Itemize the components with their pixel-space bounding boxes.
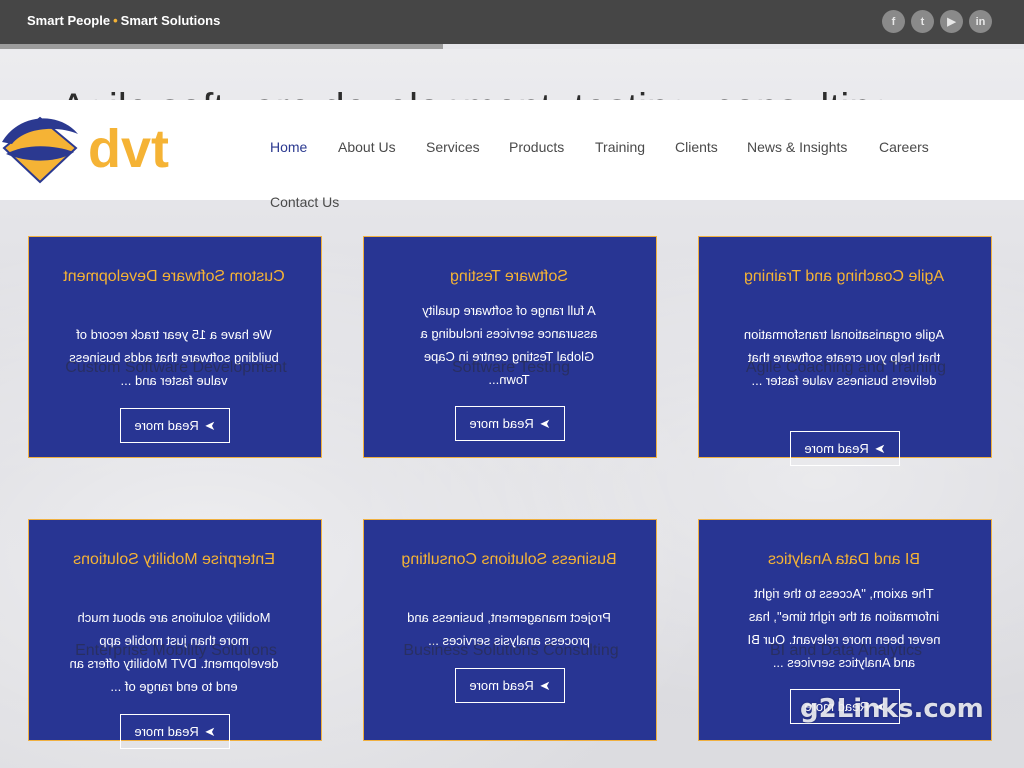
twitter-icon[interactable]: t	[911, 10, 934, 33]
tagline-part1: Smart People	[27, 13, 111, 28]
read-more-button[interactable]: ➤ Read more	[120, 408, 230, 443]
cursor-arrow-icon: ➤	[539, 677, 551, 693]
nav-news-insights[interactable]: News & Insights	[747, 139, 847, 155]
linkedin-icon[interactable]: in	[969, 10, 992, 33]
card-title: Software Testing	[450, 268, 568, 285]
service-card-enterprise-mobility[interactable]: Enterprise Mobility Solutions Mobility s…	[28, 519, 322, 749]
card-title: BI and Data Analytics	[767, 551, 921, 568]
read-more-label: Read more	[804, 441, 869, 456]
watermark: g2Links.com	[800, 694, 984, 724]
nav-clients[interactable]: Clients	[675, 139, 718, 155]
card-ghost-title: Custom Software Development	[65, 359, 287, 376]
nav-home[interactable]: Home	[270, 139, 307, 155]
card-ghost-title: Software Testing	[452, 359, 570, 376]
read-more-button[interactable]: ➤ Read more	[120, 714, 230, 749]
tagline: Smart People • Smart Solutions	[27, 13, 220, 28]
card-ghost-title: Agile Coaching and Training	[745, 359, 947, 376]
card-description: A full range of software quality assuran…	[420, 303, 598, 387]
dvt-logo[interactable]: dvt	[0, 114, 205, 190]
dvt-logo-mark: dvt	[2, 116, 169, 184]
service-card-business-solutions[interactable]: Business Solutions Consulting Project ma…	[363, 519, 657, 741]
card-ghost-title: Business Solutions Consulting	[403, 642, 619, 659]
read-more-label: Read more	[134, 418, 199, 433]
cursor-arrow-icon: ➤	[204, 417, 216, 433]
card-description: We have a 15 year track record of buildi…	[69, 327, 279, 388]
nav-contact-us[interactable]: Contact Us	[270, 194, 339, 210]
tagline-separator: •	[113, 13, 118, 28]
card-description: The axiom, "Access to the right informat…	[747, 586, 941, 670]
nav-training[interactable]: Training	[595, 139, 645, 155]
card-ghost-title: Enterprise Mobility Solutions	[75, 642, 277, 659]
service-card-software-testing[interactable]: Software Testing A full range of softwar…	[363, 236, 657, 458]
nav-careers[interactable]: Careers	[879, 139, 929, 155]
card-title: Custom Software Development	[63, 268, 285, 285]
card-title: Agile Coaching and Training	[743, 268, 945, 285]
read-more-label: Read more	[469, 416, 534, 431]
tagline-part2: Smart Solutions	[120, 13, 221, 28]
read-more-label: Read more	[469, 678, 534, 693]
nav-services[interactable]: Services	[426, 139, 480, 155]
card-ghost-title: BI and Data Analytics	[769, 642, 923, 659]
social-links: f t ▶ in	[882, 10, 992, 33]
facebook-icon[interactable]: f	[882, 10, 905, 33]
cursor-arrow-icon: ➤	[204, 723, 216, 739]
service-card-agile-coaching[interactable]: Agile Coaching and Training Agile organi…	[698, 236, 992, 466]
card-title: Business Solutions Consulting	[401, 551, 617, 568]
nav-about-us[interactable]: About Us	[338, 139, 396, 155]
youtube-icon[interactable]: ▶	[940, 10, 963, 33]
top-bar: Smart People • Smart Solutions f t ▶ in	[0, 0, 1024, 44]
service-card-custom-software[interactable]: Custom Software Development We have a 15…	[28, 236, 322, 458]
logo-text: dvt	[88, 119, 169, 179]
cursor-arrow-icon: ➤	[539, 415, 551, 431]
read-more-button[interactable]: ➤ Read more	[790, 431, 900, 466]
read-more-button[interactable]: ➤ Read more	[455, 668, 565, 703]
hero-title: Agile software development, testing, con…	[60, 78, 1000, 100]
cursor-arrow-icon: ➤	[874, 440, 886, 456]
card-description: Agile organisational transformation that…	[743, 327, 945, 388]
nav-products[interactable]: Products	[509, 139, 564, 155]
read-more-button[interactable]: ➤ Read more	[455, 406, 565, 441]
read-more-label: Read more	[134, 724, 199, 739]
card-title: Enterprise Mobility Solutions	[73, 551, 275, 568]
